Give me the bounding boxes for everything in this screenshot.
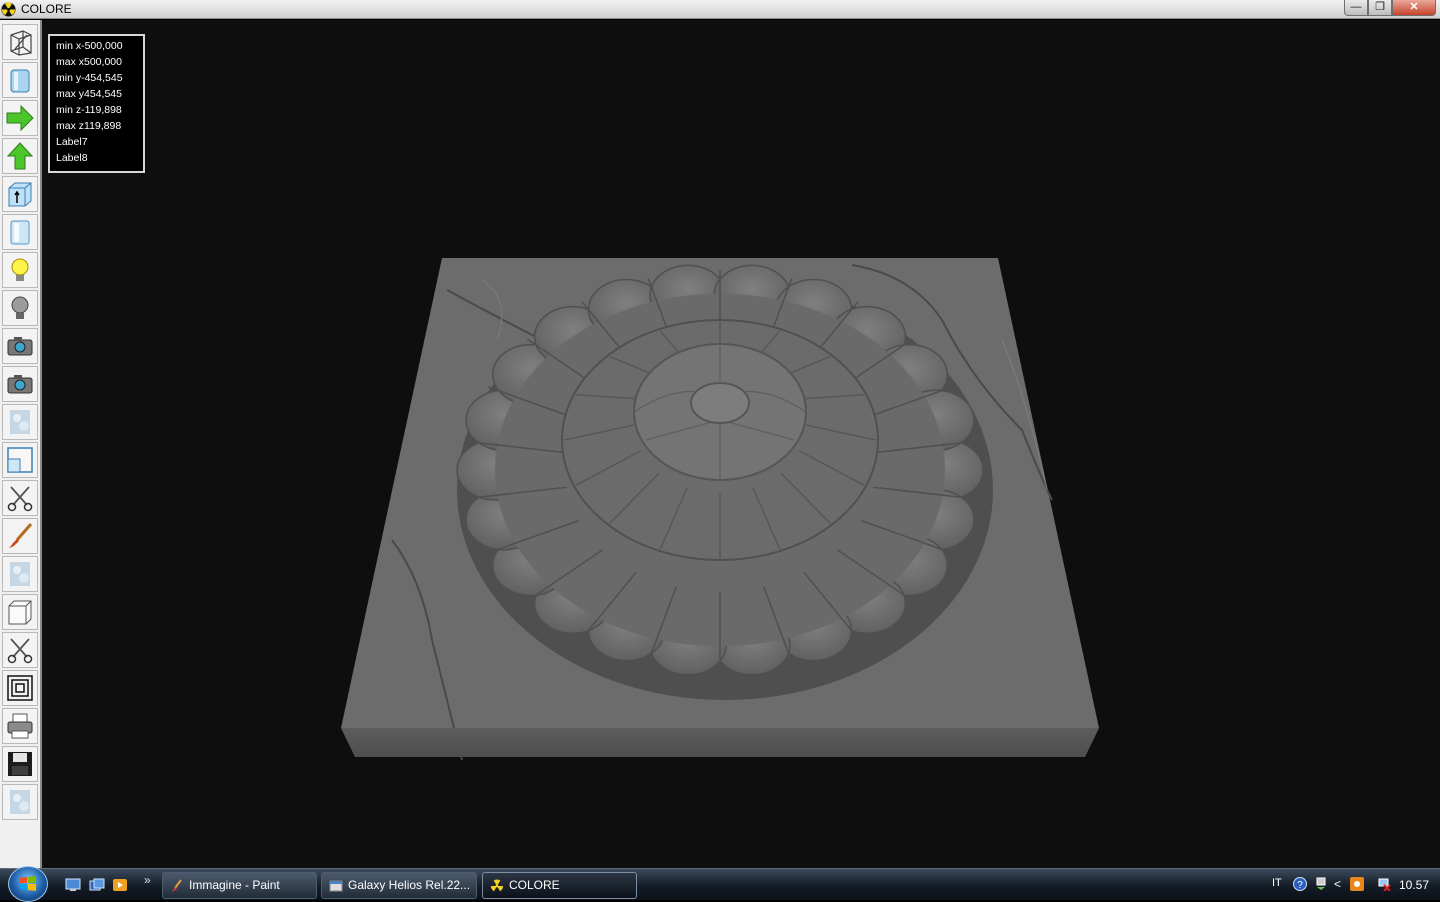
tool-contours[interactable] — [2, 670, 38, 706]
minimize-button[interactable]: — — [1344, 0, 1368, 16]
taskbar: » Immagine - Paint Galaxy Helios Rel.22.… — [0, 866, 1440, 902]
tray-app-icon[interactable] — [1350, 877, 1364, 891]
texture-icon — [10, 410, 30, 434]
tool-texture-1[interactable] — [2, 404, 38, 440]
info-min-x: min x-500,000 — [56, 40, 123, 52]
tool-texture-2[interactable] — [2, 556, 38, 592]
tool-light-off[interactable] — [2, 290, 38, 326]
scissors-icon — [7, 486, 33, 512]
info-min-y: min y-454,545 — [56, 72, 123, 84]
green-arrow-right-icon — [6, 104, 34, 132]
task-paint[interactable]: Immagine - Paint — [162, 872, 317, 899]
language-indicator[interactable]: IT — [1272, 877, 1282, 889]
restore-icon: ❐ — [1375, 1, 1385, 13]
floppy-icon — [8, 752, 32, 776]
tool-strip — [0, 20, 42, 868]
scissors-icon — [7, 638, 33, 664]
switch-windows-icon[interactable] — [89, 878, 105, 892]
frame-icon — [7, 447, 33, 473]
title-bar[interactable]: COLORE — ❐ ✕ — [0, 0, 1440, 19]
radiation-icon — [490, 879, 504, 892]
task-galaxy-helios[interactable]: Galaxy Helios Rel.22... — [321, 872, 477, 899]
cylinder-icon — [10, 69, 30, 93]
printer-icon — [7, 713, 33, 739]
info-min-z: min z-119,898 — [56, 104, 122, 116]
restore-button[interactable]: ❐ — [1368, 0, 1392, 16]
tool-cut-2[interactable] — [2, 632, 38, 668]
texture-icon — [10, 790, 30, 814]
3d-viewport[interactable]: min x-500,000 max x500,000 min y-454,545… — [42, 20, 1440, 868]
svg-text:?: ? — [1297, 880, 1303, 891]
app-window-icon — [329, 880, 343, 892]
media-player-icon[interactable] — [112, 878, 128, 892]
lightbulb-on-icon — [11, 258, 29, 281]
box-height-icon — [8, 182, 32, 207]
info-max-y: max y454,545 — [56, 88, 122, 100]
glass-cylinder-icon — [10, 220, 30, 245]
tool-box[interactable] — [2, 594, 38, 630]
help-icon[interactable]: ? — [1293, 877, 1307, 891]
close-button[interactable]: ✕ — [1392, 0, 1436, 16]
camera-icon — [7, 337, 33, 356]
tool-save[interactable] — [2, 746, 38, 782]
start-button[interactable] — [8, 866, 48, 902]
tool-paint[interactable] — [2, 518, 38, 554]
info-max-z: max z119,898 — [56, 120, 122, 132]
green-arrow-up-icon — [6, 142, 34, 170]
tool-window-frame[interactable] — [2, 442, 38, 478]
show-desktop-icon[interactable] — [65, 878, 81, 892]
tool-camera-2[interactable] — [2, 366, 38, 402]
concentric-squares-icon — [7, 675, 33, 701]
tool-camera-1[interactable] — [2, 328, 38, 364]
task-colore[interactable]: COLORE — [482, 872, 637, 899]
task-label: COLORE — [509, 878, 560, 892]
close-icon: ✕ — [1409, 1, 1419, 13]
tool-glass-view[interactable] — [2, 214, 38, 250]
info-max-x: max x500,000 — [56, 56, 122, 68]
tool-texture-3[interactable] — [2, 784, 38, 820]
texture-icon — [10, 562, 30, 586]
wireframe-box-icon — [10, 30, 32, 56]
info-label8: Label8 — [56, 152, 88, 164]
safely-remove-icon[interactable] — [1314, 877, 1328, 891]
show-hidden-icons-icon[interactable]: < — [1334, 877, 1348, 891]
tool-solid-view[interactable] — [2, 62, 38, 98]
tool-arrow-up[interactable] — [2, 138, 38, 174]
clock[interactable]: 10.57 — [1399, 878, 1429, 892]
task-label: Immagine - Paint — [189, 878, 280, 892]
tool-light-on[interactable] — [2, 252, 38, 288]
window-title: COLORE — [21, 2, 72, 16]
radiation-icon — [1, 2, 16, 17]
info-label7: Label7 — [56, 136, 88, 148]
task-label: Galaxy Helios Rel.22... — [348, 878, 471, 892]
bounds-info-panel: min x-500,000 max x500,000 min y-454,545… — [48, 34, 145, 173]
tool-cut-1[interactable] — [2, 480, 38, 516]
camera-icon — [7, 375, 33, 394]
tool-arrow-right[interactable] — [2, 100, 38, 136]
brush-icon — [8, 523, 33, 548]
cube-icon — [8, 600, 32, 625]
paint-icon — [172, 879, 182, 892]
tool-height-info[interactable] — [2, 176, 38, 212]
marble-rosette-model — [341, 258, 1099, 761]
tool-print[interactable] — [2, 708, 38, 744]
minimize-icon: — — [1350, 1, 1362, 13]
lightbulb-off-icon — [11, 296, 29, 319]
tool-wireframe-view[interactable] — [2, 24, 38, 60]
network-disconnected-icon[interactable] — [1377, 877, 1391, 891]
windows-logo-icon — [20, 876, 36, 891]
quick-launch-more[interactable]: » — [144, 873, 151, 887]
